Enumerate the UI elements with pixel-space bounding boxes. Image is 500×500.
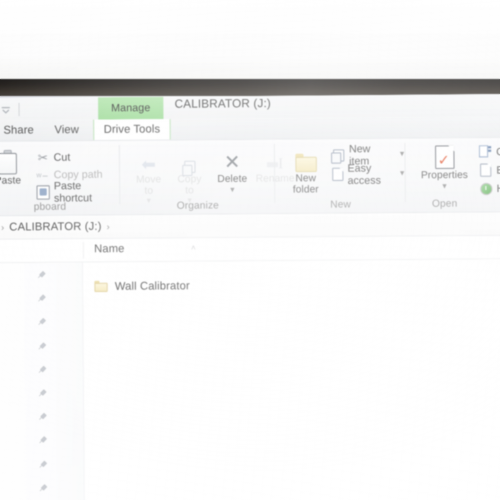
- copy-to-label: Copy: [177, 173, 202, 186]
- delete-x-icon: ✕: [223, 152, 241, 174]
- ribbon-group-clipboard: Paste ✂ Cut w Copy path Paste shortcut p…: [0, 141, 121, 216]
- tab-drive-tools-label: Drive Tools: [103, 123, 161, 136]
- history-label: Histo: [496, 182, 500, 195]
- ribbon-group-open: ✓ Properties ▼ Open Edit Histo Open: [405, 138, 500, 212]
- properties-icon: ✓: [434, 143, 455, 170]
- tab-drive-tools[interactable]: Drive Tools: [93, 119, 171, 141]
- group-label-open: Open: [431, 198, 458, 210]
- group-label-new: New: [330, 199, 352, 211]
- paste-label: Paste: [0, 175, 22, 187]
- cut-button[interactable]: ✂ Cut: [36, 149, 71, 165]
- new-folder-label-2: folder: [292, 183, 319, 196]
- edit-icon: [479, 163, 492, 177]
- edit-label: Edit: [496, 163, 500, 177]
- window-title: CALIBRATOR (J:): [174, 97, 272, 111]
- paste-icon: [0, 148, 18, 175]
- edit-button[interactable]: Edit: [479, 162, 500, 178]
- breadcrumb-separator-2[interactable]: ›: [107, 222, 110, 232]
- svg-text:w: w: [36, 171, 42, 179]
- move-to-icon: ⬅: [141, 154, 156, 175]
- column-header-divider: [82, 242, 84, 259]
- window-body: Wall Calibrator: [0, 259, 500, 500]
- pin-icon[interactable]: [37, 334, 48, 358]
- new-folder-button[interactable]: New folder: [283, 145, 328, 195]
- easy-access-button[interactable]: Easy access ▼: [332, 162, 406, 187]
- copy-to-icon: [183, 146, 196, 174]
- screen-area: Manage CALIBRATOR (J:) Share View Drive …: [0, 93, 500, 500]
- file-explorer-window: Manage CALIBRATOR (J:) Share View Drive …: [0, 93, 500, 500]
- delete-button[interactable]: ✕ Delete ▼: [210, 146, 255, 194]
- delete-label: Delete: [217, 173, 248, 185]
- tab-view[interactable]: View: [46, 120, 87, 141]
- delete-chevron-down-icon[interactable]: ▼: [229, 186, 236, 193]
- easy-access-icon: [332, 167, 344, 182]
- pin-icon[interactable]: [37, 405, 48, 429]
- easy-access-label: Easy access: [347, 161, 381, 187]
- pin-icon[interactable]: [36, 310, 47, 334]
- list-item-label: Wall Calibrator: [114, 279, 190, 293]
- open-label: Open: [496, 145, 500, 158]
- copy-path-icon: w: [36, 168, 49, 181]
- copy-to-label-2: to: [185, 184, 194, 196]
- qat-customize-chevron-down-icon[interactable]: [0, 103, 11, 114]
- move-to-label: Move: [136, 174, 162, 186]
- pin-icon[interactable]: [36, 263, 47, 287]
- folder-icon: [94, 280, 108, 293]
- ribbon: Paste ✂ Cut w Copy path Paste shortcut p…: [0, 137, 500, 217]
- history-icon: [479, 182, 493, 195]
- paste-shortcut-button[interactable]: Paste shortcut: [36, 179, 120, 204]
- tab-share[interactable]: Share: [0, 120, 42, 141]
- pin-icon[interactable]: [37, 428, 48, 452]
- cut-label: Cut: [53, 150, 71, 164]
- qat-separator: [18, 102, 20, 116]
- new-item-button[interactable]: New item ▼: [332, 142, 406, 167]
- breadcrumb-separator-1: ›: [1, 222, 5, 233]
- quick-access-toolbar[interactable]: [0, 98, 20, 121]
- history-button[interactable]: Histo: [479, 181, 500, 197]
- tab-view-label: View: [54, 123, 79, 137]
- group-label-clipboard: pboard: [33, 201, 67, 213]
- file-list[interactable]: Wall Calibrator: [83, 259, 500, 500]
- pin-icon[interactable]: [37, 381, 48, 405]
- surface-above-screen: [0, 0, 500, 79]
- move-to-button[interactable]: ⬅ Move to ▼: [126, 147, 171, 205]
- contextual-tab-label: Manage: [111, 101, 151, 115]
- photographed-screen: Manage CALIBRATOR (J:) Share View Drive …: [0, 0, 500, 500]
- navigation-pane[interactable]: [0, 262, 86, 500]
- open-icon: [478, 145, 492, 158]
- open-button[interactable]: Open: [478, 144, 500, 160]
- column-header-name[interactable]: Name: [94, 243, 124, 255]
- contextual-tab-manage[interactable]: Manage: [98, 96, 164, 120]
- scissors-icon: ✂: [37, 150, 49, 165]
- breadcrumb-item-calibrator[interactable]: CALIBRATOR (J:): [9, 221, 101, 234]
- paste-shortcut-icon: [36, 184, 50, 200]
- properties-label: Properties: [420, 169, 468, 182]
- sort-ascending-icon: ˄: [190, 243, 196, 253]
- pin-icon[interactable]: [38, 452, 49, 476]
- list-item[interactable]: Wall Calibrator: [83, 276, 190, 296]
- breadcrumb[interactable]: › CALIBRATOR (J:) ›: [1, 221, 110, 234]
- ribbon-group-organize: ⬅ Move to ▼ Copy to ▼ ✕ Delete ▼ I Organ…: [120, 140, 295, 215]
- properties-button[interactable]: ✓ Properties ▼: [416, 143, 473, 190]
- monitor-bezel: [0, 79, 500, 96]
- pin-icon[interactable]: [37, 357, 48, 381]
- bezel-glare: [0, 79, 500, 96]
- move-to-label-2: to: [144, 184, 154, 197]
- group-label-organize: Organize: [176, 200, 219, 212]
- copy-to-button[interactable]: Copy to ▼: [167, 146, 212, 205]
- pinned-items-list: [36, 263, 49, 500]
- paste-button[interactable]: Paste: [0, 148, 30, 188]
- properties-chevron-down-icon[interactable]: ▼: [441, 183, 448, 190]
- new-item-icon: [332, 148, 345, 162]
- pin-icon[interactable]: [38, 476, 49, 500]
- new-folder-icon: [294, 145, 317, 173]
- ribbon-group-new: New folder New item ▼ Easy access ▼ New: [275, 139, 406, 213]
- pin-icon[interactable]: [36, 286, 47, 310]
- tab-share-label: Share: [3, 124, 34, 137]
